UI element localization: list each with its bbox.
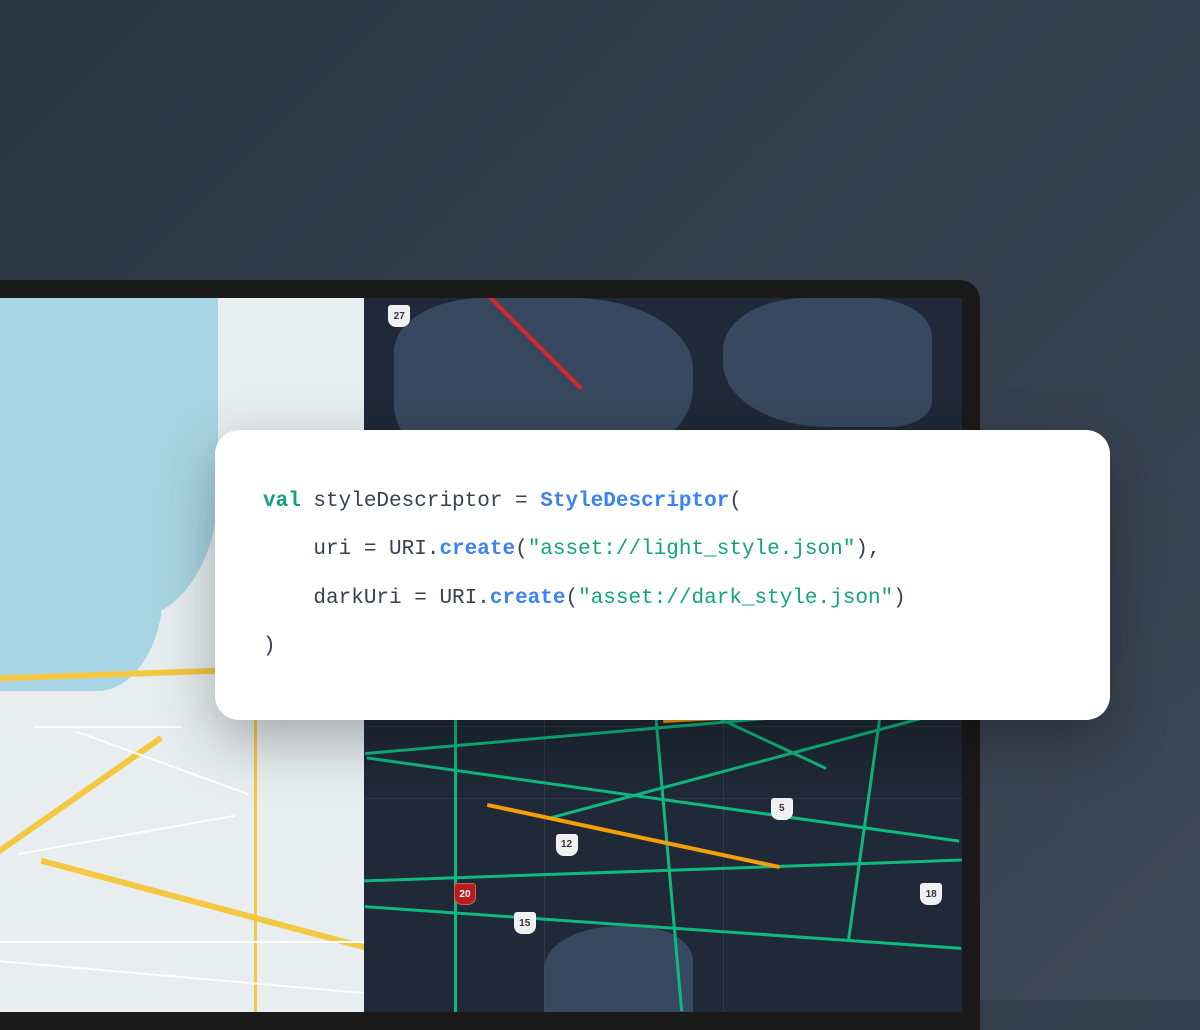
code-line: ) <box>263 623 1062 671</box>
route-shield: 5 <box>771 798 793 820</box>
type-name: StyleDescriptor <box>540 490 729 513</box>
street <box>35 726 182 728</box>
comma: , <box>868 538 881 561</box>
param-name: uri <box>313 538 351 561</box>
route-shield: 18 <box>920 883 942 905</box>
road <box>254 669 257 1012</box>
water-body <box>544 926 693 1012</box>
street <box>76 731 249 796</box>
qualifier: = URI. <box>402 587 490 610</box>
string-literal: "asset://dark_style.json" <box>578 587 893 610</box>
street <box>0 960 364 994</box>
close-paren: ) <box>263 635 276 658</box>
method-call: create <box>439 538 515 561</box>
code-line: darkUri = URI.create("asset://dark_style… <box>263 575 1062 623</box>
open-paren: ( <box>729 490 742 513</box>
route-shield-highway: 20 <box>454 883 476 905</box>
identifier: styleDescriptor <box>313 490 502 513</box>
param-name: darkUri <box>313 587 401 610</box>
street <box>0 941 364 943</box>
street <box>18 814 235 854</box>
code-snippet-card: val styleDescriptor = StyleDescriptor( u… <box>215 430 1110 720</box>
traffic-road-clear <box>550 708 955 819</box>
major-road <box>40 858 364 959</box>
qualifier: = URI. <box>351 538 439 561</box>
operator: = <box>502 490 540 513</box>
water-body <box>723 298 932 427</box>
keyword-val: val <box>263 490 301 513</box>
code-line: uri = URI.create("asset://light_style.js… <box>263 526 1062 574</box>
traffic-road-moderate <box>487 802 780 868</box>
route-shield: 12 <box>556 834 578 856</box>
route-shield: 15 <box>514 912 536 934</box>
code-line: val styleDescriptor = StyleDescriptor( <box>263 478 1062 526</box>
string-literal: "asset://light_style.json" <box>528 538 856 561</box>
method-call: create <box>490 587 566 610</box>
route-shield: 27 <box>388 305 410 327</box>
